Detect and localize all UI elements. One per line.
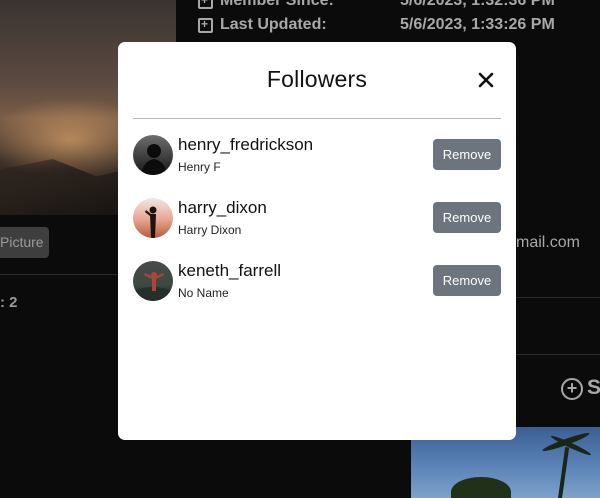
follow-count-text: : 2 — [0, 294, 18, 311]
follower-display-name: Henry F — [178, 160, 221, 174]
follower-item: henry_fredrickson Henry F Remove — [133, 135, 501, 175]
avatar[interactable] — [133, 135, 173, 175]
add-circle-icon[interactable]: + — [561, 378, 583, 400]
close-icon[interactable] — [478, 72, 494, 88]
last-updated-row: Last Updated: — [198, 16, 327, 34]
follower-display-name: Harry Dixon — [178, 223, 242, 237]
follower-username[interactable]: henry_fredrickson — [178, 135, 313, 155]
member-since-label: Member Since: — [220, 0, 334, 9]
follower-display-name: No Name — [178, 286, 229, 300]
avatar[interactable] — [133, 261, 173, 301]
remove-follower-button[interactable]: Remove — [433, 265, 501, 296]
change-picture-button[interactable]: Picture — [0, 227, 49, 258]
calendar-icon — [198, 0, 213, 9]
followers-modal: Followers henry_fredrickson Henry F Remo… — [118, 42, 516, 440]
calendar-plus-icon — [198, 17, 213, 33]
member-since-value: 5/6/2023, 1:32:36 PM — [400, 0, 555, 9]
follower-item: harry_dixon Harry Dixon Remove — [133, 198, 501, 238]
divider — [516, 354, 600, 355]
follower-username[interactable]: keneth_farrell — [178, 261, 281, 281]
email-text: mail.com — [516, 234, 581, 251]
last-updated-label: Last Updated: — [220, 16, 327, 33]
add-section-label[interactable]: S — [587, 376, 600, 400]
modal-divider — [133, 118, 501, 119]
remove-follower-button[interactable]: Remove — [433, 202, 501, 233]
member-since-row: Member Since: — [198, 0, 334, 10]
divider — [0, 274, 118, 275]
follower-item: keneth_farrell No Name Remove — [133, 261, 501, 301]
last-updated-value: 5/6/2023, 1:33:26 PM — [400, 16, 555, 33]
follower-username[interactable]: harry_dixon — [178, 198, 267, 218]
remove-follower-button[interactable]: Remove — [433, 139, 501, 170]
avatar[interactable] — [133, 198, 173, 238]
modal-title: Followers — [266, 66, 368, 92]
divider — [516, 297, 600, 298]
